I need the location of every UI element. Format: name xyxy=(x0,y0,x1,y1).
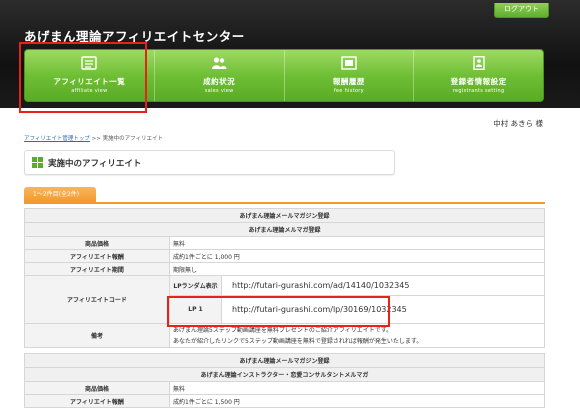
nav-sublabel: registrants setting xyxy=(452,88,505,94)
random-url[interactable]: http://futari-gurashi.com/ad/14140/10323… xyxy=(221,275,545,296)
table-row: 商品価格 無料 xyxy=(24,236,545,250)
nav-affiliate-list[interactable]: アフィリエイト一覧 affiliate view xyxy=(25,50,154,101)
note-line: あげまん理論5ステップ動画講座を無料プレゼントのご紹介アフィリエイトです。 xyxy=(173,326,393,334)
user-name: 中村 あきら 様 xyxy=(493,119,543,128)
main-nav: アフィリエイト一覧 affiliate view 成約状況 sales view… xyxy=(24,49,544,102)
nav-sales-view[interactable]: 成約状況 sales view xyxy=(153,50,284,101)
nav-fee-history[interactable]: 報酬履歴 fee history xyxy=(283,50,414,101)
lp-label: LP 1 xyxy=(169,295,222,324)
table-row: アフィリエイト報酬 成約1件ごとに 1,000 円 xyxy=(24,249,545,263)
table-row: 備考 あげまん理論5ステップ動画講座を無料プレゼントのご紹介アフィリエイトです。… xyxy=(24,323,545,348)
nav-sublabel: sales view xyxy=(204,88,234,94)
profile-icon xyxy=(472,56,485,70)
table-row: 商品価格 無料 xyxy=(24,381,545,395)
users-icon xyxy=(212,57,227,69)
affiliate-table: あげまん理論メールマガジン登録 あげまん理論インストラクター・恋愛コンサルタント… xyxy=(24,353,545,408)
random-label: LPランダム表示 xyxy=(169,275,222,296)
nav-registrant-settings[interactable]: 登録者情報設定 registrants setting xyxy=(413,50,543,101)
period-value: 期限無し xyxy=(169,262,545,276)
affiliate-subtitle: あげまん理論インストラクター・恋愛コンサルタントメルマガ xyxy=(24,367,545,382)
price-label: 商品価格 xyxy=(24,236,170,250)
fee-label: アフィリエイト報酬 xyxy=(24,394,170,408)
period-label: アフィリエイト期間 xyxy=(24,262,170,276)
price-value: 無料 xyxy=(169,236,545,250)
price-value: 無料 xyxy=(169,381,545,395)
breadcrumb-current: >> 実施中のアフィリエイト xyxy=(91,136,164,142)
affiliate-table: あげまん理論メールマガジン登録 あげまん理論メルマガ登録 商品価格 無料 アフィ… xyxy=(24,208,545,348)
affiliate-subtitle: あげまん理論メルマガ登録 xyxy=(24,222,545,237)
fee-label: アフィリエイト報酬 xyxy=(24,249,170,263)
site-title: あげまん理論アフィリエイトセンター xyxy=(24,29,245,44)
note-value: あげまん理論5ステップ動画講座を無料プレゼントのご紹介アフィリエイトです。 あな… xyxy=(169,323,545,348)
nav-sublabel: affiliate view xyxy=(71,88,108,94)
tab-divider xyxy=(24,202,545,204)
nav-label: 報酬履歴 xyxy=(332,77,365,86)
lp-url[interactable]: http://futari-gurashi.com/lp/30169/10323… xyxy=(221,295,545,324)
table-row: アフィリエイト期間 期限無し xyxy=(24,262,545,276)
affiliate-title: あげまん理論メールマガジン登録 xyxy=(24,208,545,223)
nav-label: 成約状況 xyxy=(203,77,236,86)
nav-sublabel: fee history xyxy=(333,88,364,94)
affiliate-title: あげまん理論メールマガジン登録 xyxy=(24,353,545,368)
fee-value: 成約1件ごとに 1,500 円 xyxy=(169,394,545,408)
note-label: 備考 xyxy=(24,323,170,348)
breadcrumb: アフィリエイト管理トップ >> 実施中のアフィリエイト xyxy=(24,134,163,142)
list-icon xyxy=(81,56,98,70)
fee-value: 成約1件ごとに 1,000 円 xyxy=(169,249,545,263)
table-row: アフィリエイトコード LPランダム表示 http://futari-gurash… xyxy=(24,275,545,324)
section-title-text: 実施中のアフィリエイト xyxy=(48,158,142,169)
note-line: あなたが紹介したリンクで5ステップ動画講座を無料で登録されれば報酬が発生いたしま… xyxy=(173,337,423,345)
breadcrumb-link[interactable]: アフィリエイト管理トップ xyxy=(24,136,90,142)
logout-button[interactable]: ログアウト xyxy=(494,3,549,18)
section-title: 実施中のアフィリエイト xyxy=(24,150,395,175)
ledger-icon xyxy=(341,56,357,70)
nav-label: 登録者情報設定 xyxy=(450,77,507,86)
table-row: アフィリエイト報酬 成約1件ごとに 1,500 円 xyxy=(24,394,545,408)
grid-icon xyxy=(32,157,43,168)
price-label: 商品価格 xyxy=(24,381,170,395)
result-count-tab: 1〜2件目(全2件) xyxy=(24,187,96,202)
code-label: アフィリエイトコード xyxy=(24,275,170,324)
nav-label: アフィリエイト一覧 xyxy=(53,77,126,86)
